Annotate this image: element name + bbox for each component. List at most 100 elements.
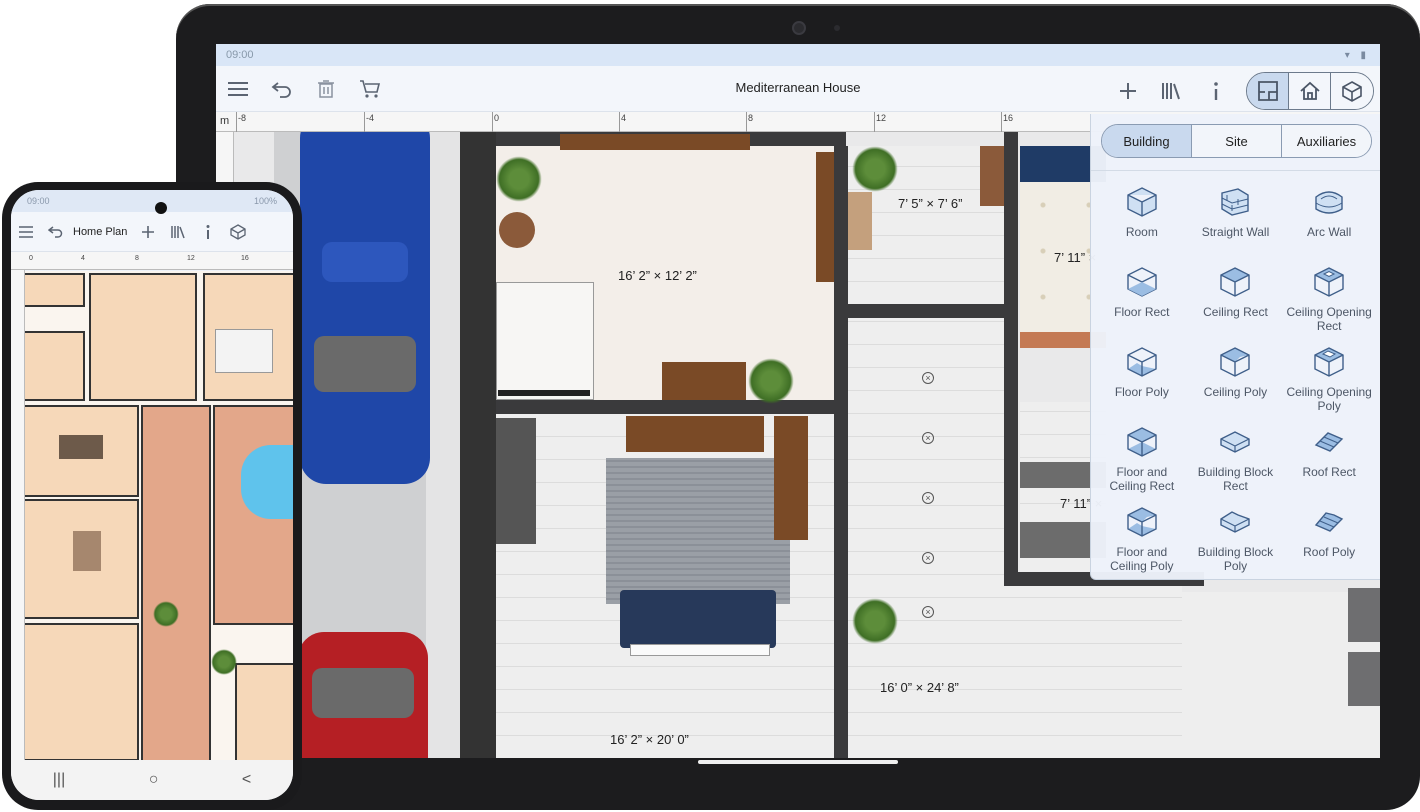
- ruler-tick-label: 0: [494, 113, 500, 123]
- tool-label: Ceiling Opening Rect: [1286, 305, 1372, 333]
- tool-label: Floor and Ceiling Rect: [1109, 465, 1175, 493]
- phone-document-title: Home Plan: [73, 225, 128, 238]
- tool-arc-wall[interactable]: Arc Wall: [1282, 179, 1376, 259]
- status-time: 09:00: [226, 49, 254, 61]
- home-button[interactable]: ○: [149, 771, 159, 789]
- info-icon[interactable]: [1194, 69, 1238, 113]
- tab-building[interactable]: Building: [1102, 125, 1192, 157]
- phone-toolbar: Home Plan: [11, 212, 293, 252]
- tablet-device: 09:00 ▾ ▮ Mediterranean House m -8 -4 0 …: [176, 4, 1420, 810]
- undo-icon[interactable]: [41, 214, 71, 250]
- ruler-tick-label: 12: [187, 255, 195, 262]
- floor-rect-icon: [1127, 267, 1157, 297]
- plus-icon[interactable]: [133, 214, 163, 250]
- phone-vertical-ruler: [11, 270, 25, 760]
- ceiling-rect-icon: [1220, 267, 1251, 297]
- plus-icon[interactable]: [1106, 69, 1150, 113]
- red-car: [298, 632, 428, 758]
- status-icons: ▾ ▮: [1344, 49, 1370, 61]
- app-toolbar: Mediterranean House: [216, 66, 1380, 112]
- ruler-tick-label: 12: [876, 113, 887, 123]
- view-mode-switch: [1246, 72, 1374, 110]
- tool-building-block-poly[interactable]: Building Block Poly: [1189, 499, 1283, 579]
- plant: [852, 598, 898, 644]
- phone-screen: 09:00 100% Home Plan 0 4 8 12 16 ||| ○ <: [11, 190, 293, 800]
- floor-plan-2d-icon[interactable]: [1247, 73, 1289, 109]
- ruler-tick-label: 8: [748, 113, 754, 123]
- tool-building-block-rect[interactable]: Building Block Rect: [1189, 419, 1283, 499]
- blue-car: [300, 132, 430, 484]
- tv-console: [626, 416, 764, 452]
- tool-label: Ceiling Opening Poly: [1286, 385, 1372, 413]
- tool-floor-rect[interactable]: Floor Rect: [1095, 259, 1189, 339]
- building-block-rect-icon: [1220, 431, 1251, 453]
- pool: [241, 445, 293, 519]
- cube-3d-icon[interactable]: [223, 214, 253, 250]
- ruler-tick-label: -8: [238, 113, 247, 123]
- ruler-tick-label: 16: [241, 255, 249, 262]
- tool-floor-ceiling-rect[interactable]: Floor and Ceiling Rect: [1095, 419, 1189, 499]
- ruler-unit: m: [220, 115, 230, 127]
- cube-3d-icon[interactable]: [1331, 73, 1373, 109]
- tablet-camera: [792, 21, 806, 35]
- phone-device: 09:00 100% Home Plan 0 4 8 12 16 ||| ○ <: [2, 182, 302, 810]
- floor-ceiling-rect-icon: [1127, 427, 1157, 457]
- recent-apps-button[interactable]: |||: [53, 771, 65, 789]
- ruler-tick-label: -4: [366, 113, 375, 123]
- menu-icon[interactable]: [216, 67, 260, 111]
- library-icon[interactable]: [1150, 69, 1194, 113]
- tool-roof-poly[interactable]: Roof Poly: [1282, 499, 1376, 579]
- tab-auxiliaries[interactable]: Auxiliaries: [1282, 125, 1371, 157]
- tool-label: Arc Wall: [1307, 225, 1352, 239]
- plant: [211, 649, 237, 675]
- house-icon[interactable]: [1289, 73, 1331, 109]
- plan-room: [25, 273, 85, 307]
- phone-floor-plan-canvas[interactable]: [25, 271, 293, 761]
- building-tools-panel: Building Site Auxiliaries Room Straight …: [1090, 114, 1380, 580]
- tool-roof-rect[interactable]: Roof Rect: [1282, 419, 1376, 499]
- home-indicator[interactable]: [698, 760, 898, 764]
- info-icon[interactable]: [193, 214, 223, 250]
- round-table: [499, 212, 535, 248]
- tool-label: Roof Poly: [1303, 545, 1356, 559]
- tool-ceiling-opening-rect[interactable]: Ceiling Opening Rect: [1282, 259, 1376, 339]
- tool-floor-ceiling-poly[interactable]: Floor and Ceiling Poly: [1095, 499, 1189, 579]
- phone-status-bar: 09:00 100%: [11, 190, 293, 212]
- shelf: [560, 134, 750, 150]
- ceiling-opening-rect-icon: [1314, 267, 1344, 297]
- tool-label: Roof Rect: [1302, 465, 1356, 479]
- undo-icon[interactable]: [260, 67, 304, 111]
- tool-label: Ceiling Rect: [1203, 305, 1268, 319]
- tool-ceiling-rect[interactable]: Ceiling Rect: [1189, 259, 1283, 339]
- tool-floor-poly[interactable]: Floor Poly: [1095, 339, 1189, 419]
- tab-site[interactable]: Site: [1192, 125, 1282, 157]
- tool-label: Ceiling Poly: [1203, 385, 1268, 399]
- back-button[interactable]: <: [242, 771, 251, 789]
- library-icon[interactable]: [163, 214, 193, 250]
- floor-ceiling-poly-icon: [1127, 507, 1157, 537]
- plant: [852, 146, 898, 192]
- desk: [662, 362, 746, 400]
- tool-ceiling-poly[interactable]: Ceiling Poly: [1189, 339, 1283, 419]
- trash-icon[interactable]: [304, 67, 348, 111]
- ruler-tick-label: 4: [621, 113, 627, 123]
- menu-icon[interactable]: [11, 214, 41, 250]
- sofa: [73, 531, 101, 571]
- ceiling-opening-poly-icon: [1314, 347, 1344, 377]
- plan-room: [25, 331, 85, 401]
- plan-room: [235, 663, 293, 761]
- tool-straight-wall[interactable]: Straight Wall: [1189, 179, 1283, 259]
- stairs: [496, 418, 536, 544]
- tool-label: Straight Wall: [1201, 225, 1270, 239]
- tablet-screen: 09:00 ▾ ▮ Mediterranean House m -8 -4 0 …: [216, 44, 1380, 758]
- tool-grid: Room Straight Wall Arc Wall Floor Rect C…: [1091, 171, 1380, 579]
- phone-horizontal-ruler: 0 4 8 12 16: [11, 252, 293, 270]
- tool-ceiling-opening-poly[interactable]: Ceiling Opening Poly: [1282, 339, 1376, 419]
- cart-icon[interactable]: [348, 67, 392, 111]
- room-dimension: 16’ 0” × 24’ 8”: [880, 680, 959, 695]
- tool-room[interactable]: Room: [1095, 179, 1189, 259]
- room-dimension: 16’ 2” × 20’ 0”: [610, 732, 689, 747]
- room-dimension: 7’ 5” × 7’ 6”: [898, 196, 963, 211]
- tool-label: Floor Poly: [1114, 385, 1169, 399]
- driveway-strip: [426, 132, 460, 758]
